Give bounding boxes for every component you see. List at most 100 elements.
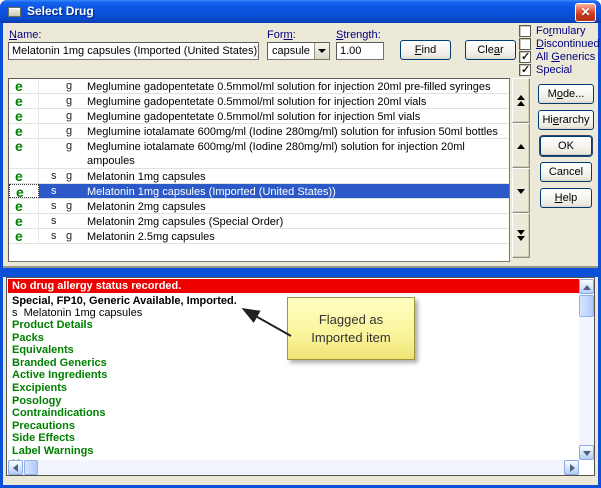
detail-link-label-warnings[interactable]: Label Warnings xyxy=(12,445,119,458)
detail-link-contraindications[interactable]: Contraindications xyxy=(12,407,119,420)
generic-flag: g xyxy=(66,80,72,92)
generic-flag: g xyxy=(66,170,72,182)
checkbox-unchecked-icon[interactable] xyxy=(519,38,531,50)
drug-name-line: Melatonin 2mg capsules (Special Order) xyxy=(87,215,507,229)
drug-name: Melatonin 1mg capsules (Imported (United… xyxy=(87,185,507,199)
scroll-last-button[interactable] xyxy=(512,213,530,258)
mode-button[interactable]: Mode... xyxy=(538,84,594,104)
form-select-value: capsule xyxy=(272,45,310,57)
drug-name-line: Meglumine gadopentetate 0.5mmol/ml solut… xyxy=(87,95,507,109)
detail-link-active-ingredients[interactable]: Active Ingredients xyxy=(12,369,119,382)
detail-link-precautions[interactable]: Precautions xyxy=(12,420,119,433)
drug-name: Melatonin 2mg capsules (Special Order) xyxy=(87,215,507,229)
scroll-down-button[interactable] xyxy=(512,168,530,213)
emis-e-icon: e xyxy=(9,169,39,183)
details-vertical-scrollbar[interactable] xyxy=(579,279,594,460)
scrollbar-down-button[interactable] xyxy=(579,445,594,460)
generic-flag: g xyxy=(66,200,72,212)
drug-name: Meglumine gadopentetate 0.5mmol/ml solut… xyxy=(87,110,507,124)
emis-e-icon: e xyxy=(9,214,39,228)
double-down-icon xyxy=(517,230,525,241)
cancel-button[interactable]: Cancel xyxy=(540,162,592,182)
special-flag: s xyxy=(51,230,57,242)
hierarchy-button[interactable]: Hierarchy xyxy=(538,110,594,130)
chevron-down-icon xyxy=(318,49,326,53)
drug-row[interactable]: esg Melatonin 2.5mg capsules xyxy=(9,229,509,244)
generic-flag: g xyxy=(66,110,72,122)
dropdown-arrow-button[interactable] xyxy=(314,43,329,59)
section-separator xyxy=(3,266,598,277)
left-arrow-icon xyxy=(13,464,18,472)
close-button[interactable]: ✕ xyxy=(575,3,596,22)
generic-flag: g xyxy=(66,230,72,242)
special-flag: s xyxy=(51,200,57,212)
form-label: Form: xyxy=(267,29,296,41)
drug-name: Melatonin 2.5mg capsules xyxy=(87,230,507,244)
detail-link-excipients[interactable]: Excipients xyxy=(12,382,119,395)
drug-name: Melatonin 2mg capsules xyxy=(87,200,507,214)
scrollbar-right-button[interactable] xyxy=(564,460,579,475)
detail-link-posology[interactable]: Posology xyxy=(12,395,119,408)
emis-e-icon: e xyxy=(9,139,39,168)
scrollbar-left-button[interactable] xyxy=(8,460,23,475)
help-button[interactable]: Help xyxy=(540,188,592,208)
special-flag: s xyxy=(51,215,57,227)
scrollbar-thumb[interactable] xyxy=(24,460,38,475)
generic-flag: g xyxy=(66,140,72,152)
detail-link-packs[interactable]: Packs xyxy=(12,332,119,345)
detail-link-equivalents[interactable]: Equivalents xyxy=(12,344,119,357)
drug-flags-line: Special, FP10, Generic Available, Import… xyxy=(12,295,237,307)
detail-link-side-effects[interactable]: Side Effects xyxy=(12,432,119,445)
drug-name: Meglumine gadopentetate 0.5mmol/ml solut… xyxy=(87,80,507,94)
details-horizontal-scrollbar[interactable] xyxy=(8,460,579,475)
drug-name-line: Meglumine gadopentetate 0.5mmol/ml solut… xyxy=(87,80,507,94)
scrollbar-up-button[interactable] xyxy=(579,279,594,294)
checkbox-checked-icon[interactable]: ✓ xyxy=(519,51,531,63)
drug-row[interactable]: egMeglumine gadopentetate 0.5mmol/ml sol… xyxy=(9,109,509,124)
annotation-callout: Flagged as Imported item xyxy=(287,297,415,360)
detail-links: Product DetailsPacksEquivalentsBranded G… xyxy=(12,319,119,476)
filter-label: Formulary xyxy=(536,25,586,37)
drug-row[interactable]: egMeglumine iotalamate 600mg/ml (Iodine … xyxy=(9,124,509,139)
ok-button[interactable]: OK xyxy=(540,136,592,156)
drug-name-line: Melatonin 1mg capsules (Imported (United… xyxy=(87,185,507,199)
drug-row-selected[interactable]: es Melatonin 1mg capsules (Imported (Unit… xyxy=(9,184,509,199)
form-select[interactable]: capsule xyxy=(267,42,330,60)
name-input[interactable]: Melatonin 1mg capsules (Imported (United… xyxy=(8,42,259,60)
detail-link-branded-generics[interactable]: Branded Generics xyxy=(12,357,119,370)
emis-e-icon: e xyxy=(9,184,39,198)
dialog-client-area: Name: Melatonin 1mg capsules (Imported (… xyxy=(3,23,598,485)
drug-name-line: Melatonin 2.5mg capsules xyxy=(87,230,507,244)
up-arrow-icon xyxy=(517,144,525,149)
drug-row[interactable]: egMeglumine gadopentetate 0.5mmol/ml sol… xyxy=(9,94,509,109)
filter-label: Discontinued xyxy=(536,38,600,50)
scroll-first-button[interactable] xyxy=(512,78,530,123)
right-arrow-icon xyxy=(570,464,575,472)
check-icon: ✓ xyxy=(521,63,530,76)
scroll-up-button[interactable] xyxy=(512,123,530,168)
up-arrow-icon xyxy=(583,285,591,290)
emis-e-icon: e xyxy=(9,94,39,108)
clear-button[interactable]: Clear xyxy=(465,40,516,60)
strength-input[interactable]: 1.00 xyxy=(336,42,384,60)
special-flag: s xyxy=(51,185,57,197)
find-button[interactable]: Find xyxy=(400,40,451,60)
drug-list: e g Meglumine gadopentetate 0.5mmol/ml sol… xyxy=(8,78,510,262)
drug-row[interactable]: esgMelatonin 1mg capsules xyxy=(9,169,509,184)
drug-name: Meglumine iotalamate 600mg/ml (Iodine 28… xyxy=(87,125,507,139)
name-label: Name: xyxy=(9,29,41,41)
strength-label: Strength: xyxy=(336,29,381,41)
drug-row[interactable]: egMeglumine iotalamate 600mg/ml (Iodine … xyxy=(9,139,509,169)
emis-e-icon: e xyxy=(9,199,39,213)
emis-e-icon: e xyxy=(9,229,39,243)
checkbox-checked-icon[interactable]: ✓ xyxy=(519,64,531,76)
drug-row[interactable]: es Melatonin 2mg capsules (Special Order) xyxy=(9,214,509,229)
drug-row[interactable]: esg Melatonin 2mg capsules xyxy=(9,199,509,214)
check-icon: ✓ xyxy=(521,50,530,63)
drug-row[interactable]: egMeglumine gadopentetate 0.5mmol/ml sol… xyxy=(9,79,509,94)
checkbox-unchecked-icon[interactable] xyxy=(519,25,531,37)
detail-link-product-details[interactable]: Product Details xyxy=(12,319,119,332)
title-bar[interactable]: Select Drug ✕ xyxy=(0,0,601,23)
callout-line2: Imported item xyxy=(288,329,414,347)
scrollbar-thumb[interactable] xyxy=(579,295,594,317)
